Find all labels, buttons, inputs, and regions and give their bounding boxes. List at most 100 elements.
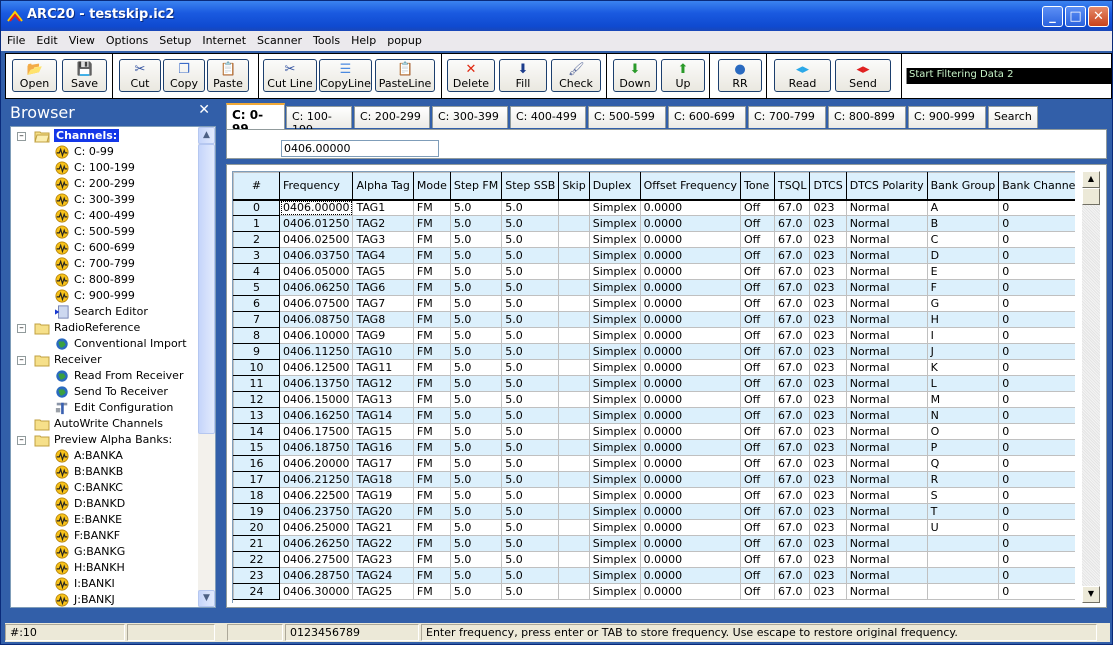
table-cell[interactable]: 5.0 bbox=[501, 471, 560, 488]
table-cell[interactable]: Simplex bbox=[588, 327, 641, 344]
table-cell[interactable]: Simplex bbox=[588, 359, 641, 376]
table-cell[interactable]: Off bbox=[739, 327, 775, 344]
table-cell[interactable]: 0406.13750 bbox=[278, 375, 354, 392]
tab-c-700-799[interactable]: C: 700-799 bbox=[748, 106, 826, 128]
table-cell[interactable] bbox=[558, 407, 590, 424]
table-cell[interactable]: TAG16 bbox=[352, 439, 414, 456]
table-cell[interactable] bbox=[558, 455, 590, 472]
tree-item[interactable]: C:BANKC bbox=[54, 480, 123, 496]
table-cell[interactable]: 023 bbox=[809, 295, 847, 312]
table-cell[interactable]: Off bbox=[739, 567, 775, 584]
table-cell[interactable]: H bbox=[926, 311, 1000, 328]
check-button[interactable]: 🖌 Check bbox=[551, 59, 601, 92]
tree-item[interactable]: C: 0-99 bbox=[54, 144, 114, 160]
table-cell[interactable]: Off bbox=[739, 375, 775, 392]
copy-button[interactable]: ❐ Copy bbox=[163, 59, 205, 92]
grid-scroll-up-icon[interactable]: ▲ bbox=[1082, 171, 1100, 188]
table-cell[interactable]: Normal bbox=[845, 279, 928, 296]
table-cell[interactable]: 023 bbox=[809, 311, 847, 328]
table-cell[interactable]: 0406.08750 bbox=[278, 311, 354, 328]
table-cell[interactable]: 0406.22500 bbox=[278, 487, 354, 504]
table-cell[interactable]: 0.0000 bbox=[639, 567, 741, 584]
table-cell[interactable]: 67.0 bbox=[773, 439, 811, 456]
table-cell[interactable]: 5.0 bbox=[501, 551, 560, 568]
table-cell[interactable]: U bbox=[926, 519, 1000, 536]
table-cell[interactable]: 0.0000 bbox=[639, 199, 741, 216]
table-cell[interactable]: TAG13 bbox=[352, 391, 414, 408]
tree-item[interactable]: C: 400-499 bbox=[54, 208, 135, 224]
table-cell[interactable]: Normal bbox=[845, 215, 928, 232]
tree-item[interactable]: Conventional Import bbox=[54, 336, 187, 352]
table-cell[interactable]: Off bbox=[739, 551, 775, 568]
table-cell[interactable]: 5.0 bbox=[449, 535, 503, 552]
tree-item[interactable]: G:BANKG bbox=[54, 544, 125, 560]
tree-item[interactable]: C: 500-599 bbox=[54, 224, 135, 240]
table-cell[interactable]: 0406.06250 bbox=[278, 279, 354, 296]
table-cell[interactable]: Normal bbox=[845, 199, 928, 216]
table-cell[interactable]: 67.0 bbox=[773, 311, 811, 328]
table-cell[interactable]: 5.0 bbox=[501, 583, 560, 600]
table-cell[interactable]: 0.0000 bbox=[639, 423, 741, 440]
menu-popup[interactable]: popup bbox=[381, 31, 427, 47]
table-cell[interactable] bbox=[558, 471, 590, 488]
table-cell[interactable]: 0 bbox=[998, 455, 1075, 472]
table-cell[interactable]: Simplex bbox=[588, 471, 641, 488]
table-cell[interactable]: TAG10 bbox=[352, 343, 414, 360]
table-cell[interactable]: Simplex bbox=[588, 583, 641, 600]
table-cell[interactable]: 5.0 bbox=[449, 279, 503, 296]
table-cell[interactable]: 5.0 bbox=[449, 311, 503, 328]
table-cell[interactable]: Normal bbox=[845, 455, 928, 472]
tree-item[interactable]: F:BANKF bbox=[54, 528, 120, 544]
table-cell[interactable]: TAG12 bbox=[352, 375, 414, 392]
table-cell[interactable]: Off bbox=[739, 199, 775, 216]
table-cell[interactable]: 5.0 bbox=[501, 567, 560, 584]
table-cell[interactable]: FM bbox=[412, 455, 451, 472]
table-cell[interactable]: TAG2 bbox=[352, 215, 414, 232]
fill-button[interactable]: ⬇ Fill bbox=[499, 59, 547, 92]
collapse-toggle-icon[interactable]: – bbox=[17, 436, 26, 445]
table-cell[interactable]: TAG24 bbox=[352, 567, 414, 584]
table-cell[interactable]: Simplex bbox=[588, 343, 641, 360]
table-cell[interactable]: FM bbox=[412, 487, 451, 504]
table-cell[interactable]: TAG17 bbox=[352, 455, 414, 472]
table-row[interactable]: 1 0406.01250 TAG2 FM 5.0 5.0 Simplex 0.0000 Off 6… bbox=[233, 215, 1075, 232]
menu-help[interactable]: Help bbox=[345, 31, 381, 47]
table-cell[interactable]: 0.0000 bbox=[639, 375, 741, 392]
table-cell[interactable]: 67.0 bbox=[773, 407, 811, 424]
table-cell[interactable] bbox=[558, 359, 590, 376]
column-header[interactable]: Bank Group bbox=[926, 172, 1000, 201]
table-cell[interactable] bbox=[558, 343, 590, 360]
table-cell[interactable]: 5.0 bbox=[449, 199, 503, 216]
table-cell[interactable]: FM bbox=[412, 327, 451, 344]
table-cell[interactable]: 023 bbox=[809, 375, 847, 392]
table-cell[interactable]: 0 bbox=[998, 327, 1075, 344]
table-cell[interactable] bbox=[558, 247, 590, 264]
table-cell[interactable]: 0.0000 bbox=[639, 551, 741, 568]
table-cell[interactable]: 67.0 bbox=[773, 375, 811, 392]
menu-file[interactable]: File bbox=[1, 31, 30, 47]
table-cell[interactable]: TAG14 bbox=[352, 407, 414, 424]
table-cell[interactable]: 0 bbox=[998, 199, 1075, 216]
grid-scroll-down-icon[interactable]: ▼ bbox=[1082, 586, 1100, 603]
up-button[interactable]: ⬆ Up bbox=[661, 59, 705, 92]
table-cell[interactable]: 0406.00000 bbox=[278, 199, 354, 216]
table-cell[interactable]: 0.0000 bbox=[639, 535, 741, 552]
table-cell[interactable]: 0 bbox=[998, 519, 1075, 536]
table-cell[interactable]: 5.0 bbox=[449, 231, 503, 248]
table-row[interactable]: 12 0406.15000 TAG13 FM 5.0 5.0 Simplex 0.0000 Of… bbox=[233, 391, 1075, 408]
table-cell[interactable]: Normal bbox=[845, 327, 928, 344]
table-row[interactable]: 21 0406.26250 TAG22 FM 5.0 5.0 Simplex 0.0000 Of… bbox=[233, 535, 1075, 552]
table-cell[interactable]: Normal bbox=[845, 407, 928, 424]
column-header[interactable]: # bbox=[233, 172, 280, 201]
table-cell[interactable]: Simplex bbox=[588, 407, 641, 424]
table-cell[interactable] bbox=[558, 311, 590, 328]
tree-item[interactable]: D:BANKD bbox=[54, 496, 125, 512]
menu-options[interactable]: Options bbox=[100, 31, 153, 47]
tree-item[interactable]: J:BANKJ bbox=[54, 592, 115, 607]
table-cell[interactable]: 0406.01250 bbox=[278, 215, 354, 232]
pasteline-button[interactable]: 📋 PasteLine bbox=[375, 59, 435, 92]
table-cell[interactable]: 5.0 bbox=[501, 263, 560, 280]
table-cell[interactable]: Off bbox=[739, 439, 775, 456]
table-cell[interactable]: 0 bbox=[998, 343, 1075, 360]
column-header[interactable]: Tone bbox=[739, 172, 775, 201]
